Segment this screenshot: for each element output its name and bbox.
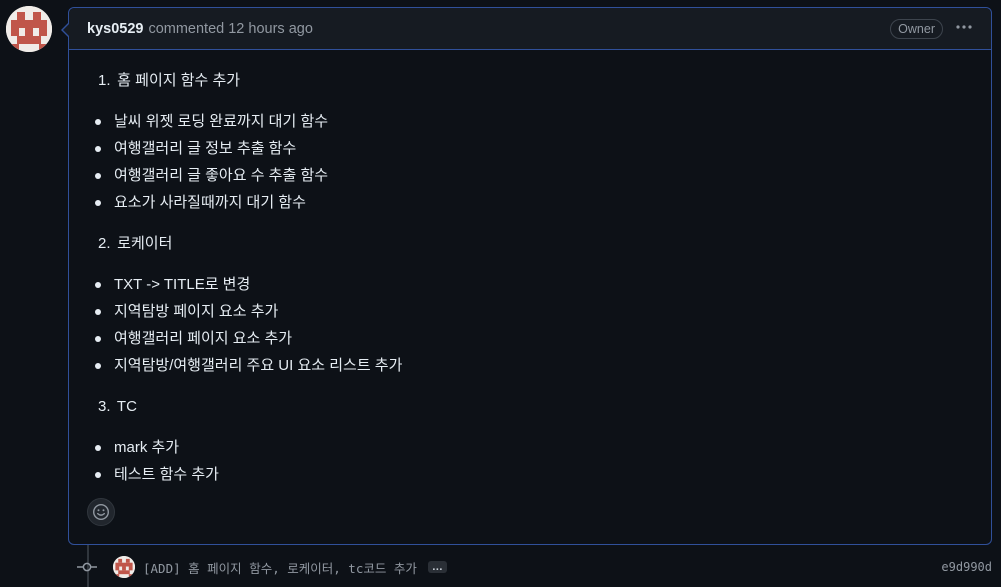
commit-sha-link[interactable]: e9d990d [941,560,992,574]
expand-commit-button[interactable]: … [427,561,447,573]
section-heading: 3. TC [98,393,991,420]
list-item: 지역탐방 페이지 요소 추가 [95,298,991,325]
section-title: 로케이터 [117,235,173,252]
commit-row: [ADD] 홈 페이지 함수, 로케이터, tc코드 추가 … e9d990d [76,553,992,581]
list-item: mark 추가 [95,434,991,461]
author-name[interactable]: kys0529 [87,21,143,37]
comment-timestamp[interactable]: commented 12 hours ago [148,21,312,37]
section-number: 1. [98,72,111,89]
commit-author-avatar[interactable] [113,556,135,578]
section-title: 홈 페이지 함수 추가 [117,72,241,89]
add-reaction-button[interactable] [87,498,115,526]
section-number: 2. [98,235,111,252]
git-commit-icon [76,560,98,574]
list-item: 여행갤러리 페이지 요소 추가 [95,325,991,352]
owner-badge: Owner [890,18,943,39]
commit-message-link[interactable]: [ADD] 홈 페이지 함수, 로케이터, tc코드 추가 [143,558,417,577]
author-avatar[interactable] [6,6,52,52]
list-item: 날씨 위젯 로딩 완료까지 대기 함수 [95,108,991,135]
list-item: TXT -> TITLE로 변경 [95,271,991,298]
comment-body: 1. 홈 페이지 함수 추가 날씨 위젯 로딩 완료까지 대기 함수 여행갤러리… [69,50,991,488]
section-list: 날씨 위젯 로딩 완료까지 대기 함수 여행갤러리 글 정보 추출 함수 여행갤… [95,108,991,216]
smiley-icon [92,503,110,521]
list-item: 여행갤러리 글 정보 추출 함수 [95,135,991,162]
section-heading: 2. 로케이터 [98,230,991,257]
section-list: TXT -> TITLE로 변경 지역탐방 페이지 요소 추가 여행갤러리 페이… [95,271,991,379]
section-list: mark 추가 테스트 함수 추가 [95,434,991,488]
section-heading: 1. 홈 페이지 함수 추가 [98,67,991,94]
comment-box: kys0529 commented 12 hours ago Owner 1. … [61,7,992,545]
comment-header: kys0529 commented 12 hours ago Owner [69,8,991,50]
identicon-image [6,6,52,52]
kebab-horizontal-icon[interactable] [955,19,973,38]
list-item: 요소가 사라질때까지 대기 함수 [95,189,991,216]
section-title: TC [116,398,137,415]
list-item: 테스트 함수 추가 [95,461,991,488]
list-item: 여행갤러리 글 좋아요 수 추출 함수 [95,162,991,189]
list-item: 지역탐방/여행갤러리 주요 UI 요소 리스트 추가 [95,352,991,379]
section-number: 3. [98,398,111,415]
